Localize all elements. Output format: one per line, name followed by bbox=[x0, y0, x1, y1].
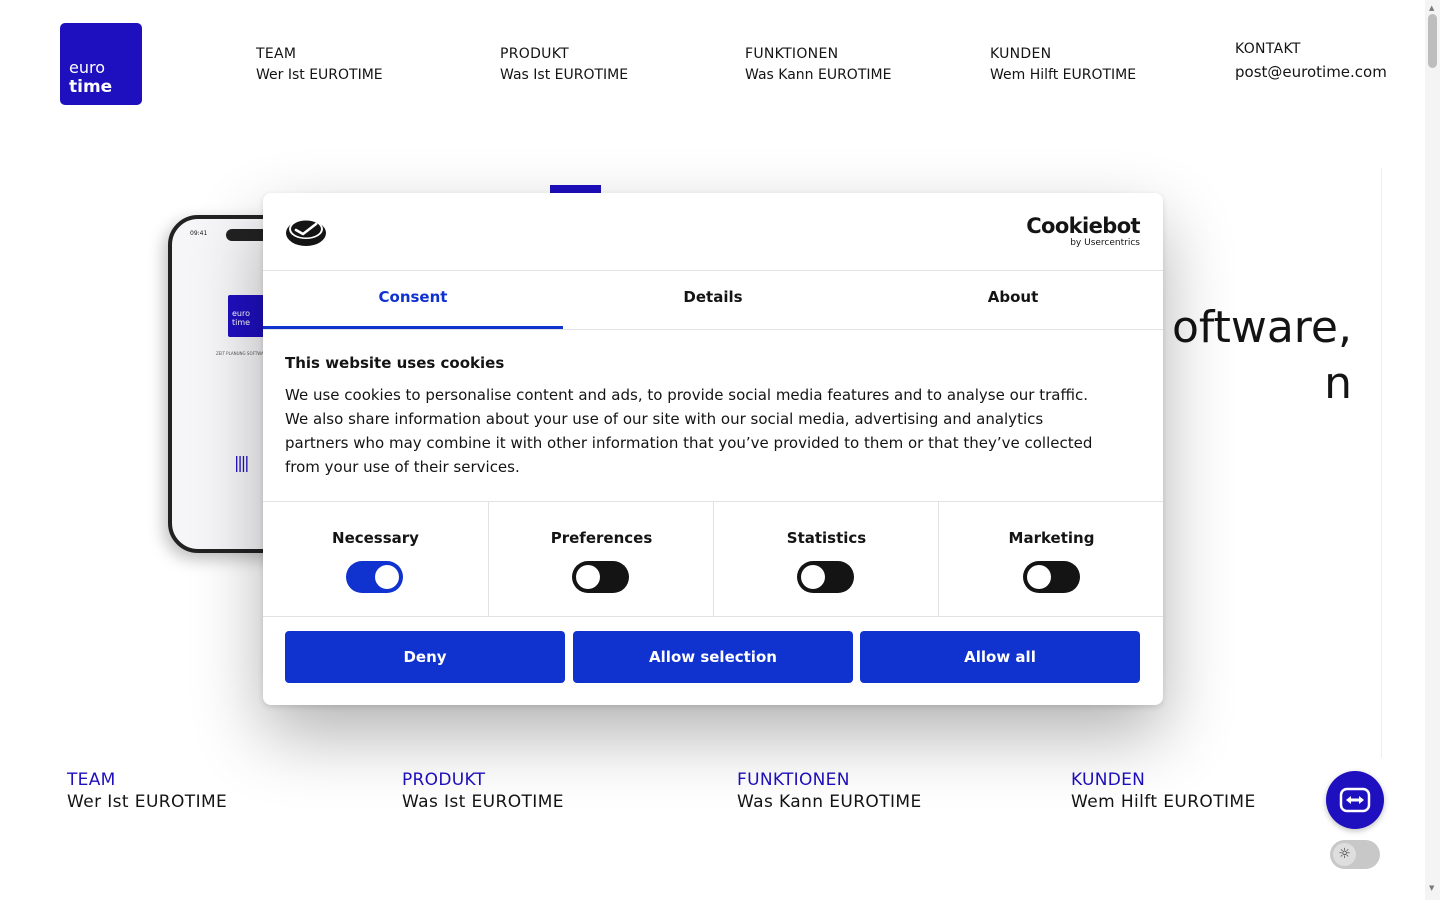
cookie-icon bbox=[286, 219, 326, 246]
contact-email-link[interactable]: post@eurotime.com bbox=[1235, 62, 1387, 82]
nav-caption: KONTAKT bbox=[1235, 41, 1301, 57]
footer-caption: PRODUKT bbox=[402, 770, 486, 790]
nav-caption: FUNKTIONEN bbox=[745, 46, 839, 62]
preferences-toggle[interactable] bbox=[572, 561, 629, 593]
nav-item-funktionen[interactable]: FUNKTIONEN Was Kann EUROTIME bbox=[745, 45, 891, 85]
cookiebot-brand: Cookiebot by Usercentrics bbox=[1026, 215, 1140, 249]
nav-caption: TEAM bbox=[256, 46, 297, 62]
footer-item-team[interactable]: TEAM Wer Ist EUROTIME bbox=[67, 770, 227, 814]
nav-item-produkt[interactable]: PRODUKT Was Ist EUROTIME bbox=[500, 45, 628, 85]
cookiebot-name: Cookiebot bbox=[1026, 214, 1140, 238]
eurotime-logo[interactable]: euro time bbox=[60, 23, 142, 105]
phone-app-logo: euro time bbox=[228, 295, 264, 337]
footer-subtitle: Was Ist EUROTIME bbox=[402, 792, 564, 812]
phone-tagline: ZEIT PLANUNG SOFTWARE bbox=[216, 351, 270, 356]
phone-logo-time: time bbox=[232, 318, 251, 327]
statistics-toggle[interactable] bbox=[797, 561, 854, 593]
footer-caption: TEAM bbox=[67, 770, 116, 790]
nav-subtitle: Was Ist EUROTIME bbox=[500, 67, 629, 83]
hero-line-2: n bbox=[1324, 358, 1352, 409]
divider-line bbox=[1381, 168, 1382, 758]
nav-caption: KUNDEN bbox=[990, 46, 1052, 62]
footer-item-funktionen[interactable]: FUNKTIONEN Was Kann EUROTIME bbox=[737, 770, 922, 814]
tab-about[interactable]: About bbox=[863, 271, 1163, 329]
nav-item-team[interactable]: TEAM Wer Ist EUROTIME bbox=[256, 45, 383, 85]
scrollbar-thumb[interactable] bbox=[1428, 14, 1437, 68]
nav-subtitle: Wer Ist EUROTIME bbox=[256, 67, 383, 83]
allow-selection-button[interactable]: Allow selection bbox=[573, 631, 853, 683]
teamviewer-icon bbox=[1339, 787, 1371, 813]
footer-subtitle: Wem Hilft EUROTIME bbox=[1071, 792, 1256, 812]
necessary-toggle[interactable] bbox=[346, 561, 403, 593]
category-statistics: Statistics bbox=[713, 502, 939, 616]
category-necessary: Necessary bbox=[263, 502, 488, 616]
category-label: Statistics bbox=[786, 529, 867, 547]
category-preferences: Preferences bbox=[488, 502, 714, 616]
teamviewer-button[interactable] bbox=[1326, 771, 1384, 829]
footer-caption: KUNDEN bbox=[1071, 770, 1146, 790]
nav-item-kunden[interactable]: KUNDEN Wem Hilft EUROTIME bbox=[990, 45, 1136, 85]
phone-time: 09:41 bbox=[190, 230, 208, 237]
allow-all-button[interactable]: Allow all bbox=[860, 631, 1140, 683]
dialog-body: We use cookies to personalise content an… bbox=[285, 386, 1093, 476]
nav-subtitle: Was Kann EUROTIME bbox=[745, 67, 892, 83]
scroll-up-icon[interactable]: ▲ bbox=[1429, 4, 1434, 12]
phone-bars: |||| bbox=[234, 453, 250, 472]
dialog-title: This website uses cookies bbox=[285, 354, 505, 372]
logo-text-euro: euro bbox=[69, 58, 105, 77]
nav-subtitle: Wem Hilft EUROTIME bbox=[990, 67, 1137, 83]
marketing-toggle[interactable] bbox=[1023, 561, 1080, 593]
deny-button[interactable]: Deny bbox=[285, 631, 565, 683]
scroll-down-icon[interactable]: ▼ bbox=[1429, 884, 1434, 892]
consent-tabs: Consent Details About bbox=[263, 270, 1163, 330]
page-scrollbar[interactable]: ▲ ▼ bbox=[1425, 0, 1440, 900]
cookie-categories: Necessary Preferences Statistics Marketi… bbox=[263, 501, 1163, 617]
tab-consent[interactable]: Consent bbox=[263, 271, 563, 329]
tab-details[interactable]: Details bbox=[563, 271, 863, 329]
hero-headline: oftware, n bbox=[1132, 300, 1392, 420]
nav-caption: PRODUKT bbox=[500, 46, 569, 62]
hero-line-1: oftware, bbox=[1171, 302, 1352, 353]
category-marketing: Marketing bbox=[938, 502, 1163, 616]
category-label: Necessary bbox=[332, 529, 419, 547]
cookie-consent-dialog: Cookiebot by Usercentrics Consent Detail… bbox=[263, 193, 1163, 705]
category-label: Preferences bbox=[550, 529, 653, 547]
footer-item-kunden[interactable]: KUNDEN Wem Hilft EUROTIME bbox=[1071, 770, 1256, 814]
theme-toggle[interactable]: ☼ bbox=[1330, 840, 1380, 869]
footer-subtitle: Wer Ist EUROTIME bbox=[67, 792, 228, 812]
sun-icon: ☼ bbox=[1333, 843, 1356, 866]
footer-caption: FUNKTIONEN bbox=[737, 770, 850, 790]
footer-subtitle: Was Kann EUROTIME bbox=[737, 792, 922, 812]
cookiebot-by: by Usercentrics bbox=[1070, 238, 1140, 248]
nav-item-kontakt[interactable]: KONTAKT post@eurotime.com bbox=[1235, 40, 1387, 82]
phone-logo-euro: euro bbox=[232, 309, 250, 318]
logo-text-time: time bbox=[69, 77, 113, 97]
footer-item-produkt[interactable]: PRODUKT Was Ist EUROTIME bbox=[402, 770, 564, 814]
category-label: Marketing bbox=[1008, 529, 1095, 547]
